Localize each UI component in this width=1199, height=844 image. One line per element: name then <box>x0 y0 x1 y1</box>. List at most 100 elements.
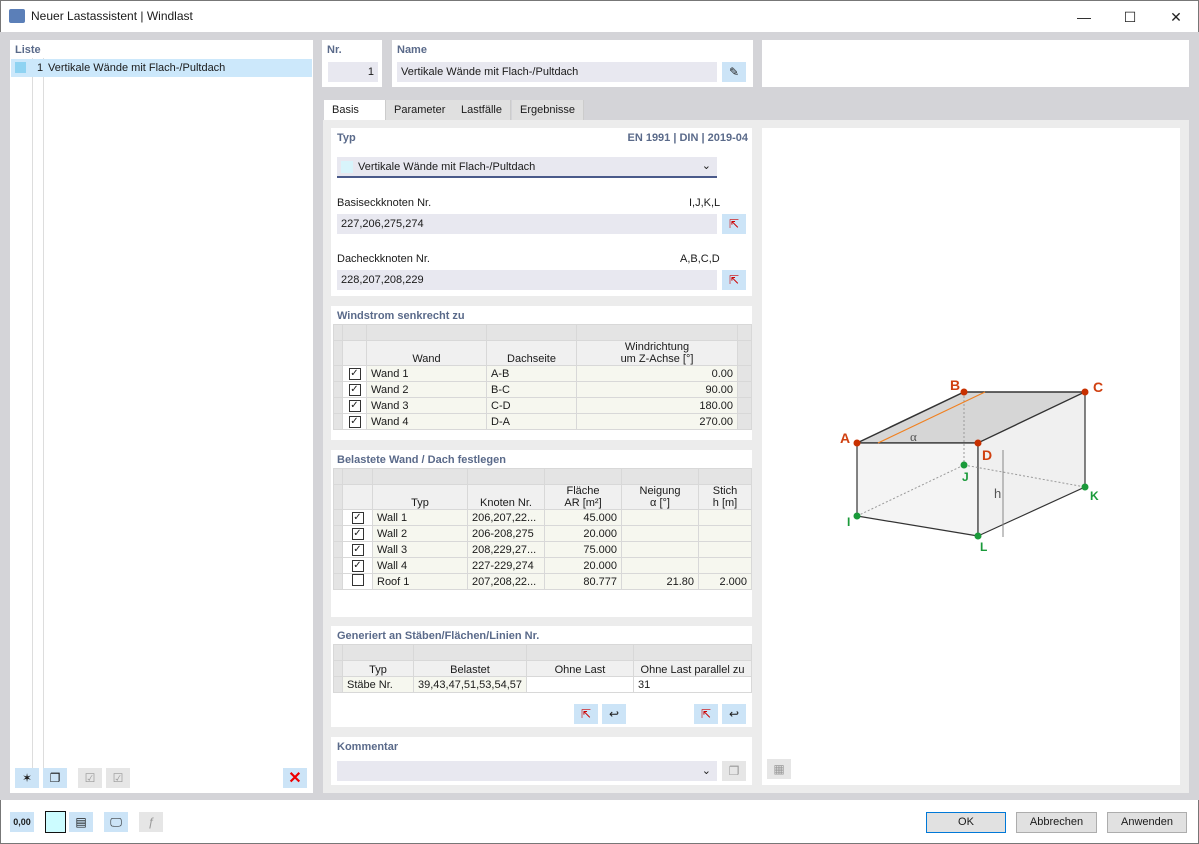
cell-ohne-last[interactable] <box>525 676 634 693</box>
cell-neigung: 21.80 <box>621 573 699 590</box>
edit-name-button[interactable]: ✎ <box>722 62 746 82</box>
norm-label: EN 1991 | DIN | 2019-04 <box>627 132 748 144</box>
cell-wand: Wand 4 <box>366 413 487 430</box>
name-field[interactable]: Vertikale Wände mit Flach-/Pultdach <box>397 62 717 82</box>
roof-nodes-field[interactable]: 228,207,208,229 <box>337 270 717 290</box>
display-properties-button[interactable]: ▤ <box>69 812 93 832</box>
row-checkbox[interactable]: ✓ <box>351 512 364 524</box>
belastet-header: Belastete Wand / Dach festlegen <box>337 454 506 466</box>
tab-basis[interactable]: Basis <box>324 100 386 121</box>
front-wall <box>856 442 979 537</box>
cell-typ: Roof 1 <box>372 573 468 590</box>
belastet-table: Typ Knoten Nr. Fläche AR [m²] Neigung α [°] St… <box>333 468 752 590</box>
pick-base-nodes-button[interactable]: ⇱ <box>722 214 746 234</box>
row-checkbox[interactable]: ✓ <box>348 368 361 380</box>
node-label-j: J <box>962 470 969 484</box>
diagram-options-button[interactable]: ▦ <box>767 759 791 779</box>
row-checkbox[interactable]: ✓ <box>351 544 364 556</box>
cell-neigung <box>621 509 699 526</box>
cell-knoten: 206-208,275 <box>467 525 545 542</box>
generiert-header: Generiert an Stäben/Flächen/Linien Nr. <box>337 630 540 642</box>
units-button[interactable]: 0,00 <box>10 812 34 832</box>
list-header: Liste <box>15 44 41 56</box>
cell-dachseite: C-D <box>486 397 577 414</box>
col-typ: Typ <box>342 660 414 677</box>
ok-button[interactable]: OK <box>926 812 1006 833</box>
color-swatch <box>15 62 26 73</box>
cell-stich <box>698 557 752 574</box>
color-button[interactable] <box>45 811 66 833</box>
toggle-check-button[interactable]: ☑ <box>106 768 130 788</box>
col-ohne-last: Ohne Last <box>525 660 634 677</box>
cell-windrichtung[interactable]: 90.00 <box>576 381 738 398</box>
cell-neigung <box>621 557 699 574</box>
cell-neigung <box>621 525 699 542</box>
copy-item-button[interactable]: ❐ <box>43 768 67 788</box>
list-item[interactable]: 1 Vertikale Wände mit Flach-/Pultdach <box>11 59 312 77</box>
base-nodes-field[interactable]: 227,206,275,274 <box>337 214 717 234</box>
formula-button[interactable]: ƒ <box>139 812 163 832</box>
undo-members-button[interactable]: ↩ <box>602 704 626 724</box>
pick-roof-nodes-button[interactable]: ⇱ <box>722 270 746 290</box>
apply-button[interactable]: Anwenden <box>1107 812 1187 833</box>
nr-panel: Nr. 1 <box>322 40 382 87</box>
maximize-button[interactable]: ☐ <box>1115 5 1145 29</box>
tab-parameter[interactable]: Parameter <box>386 100 455 121</box>
pick-members-button[interactable]: ⇱ <box>574 704 598 724</box>
node-label-i: I <box>847 515 850 529</box>
cell-flaeche: 20.000 <box>544 557 622 574</box>
comment-library-button[interactable]: ❐ <box>722 761 746 781</box>
table-row: Roof 1 207,208,22... 80.777 21.80 2.000 <box>333 573 752 590</box>
row-checkbox[interactable]: ✓ <box>351 560 364 572</box>
cancel-button[interactable]: Abbrechen <box>1016 812 1097 833</box>
cell-typ: Wall 4 <box>372 557 468 574</box>
check-all-button[interactable]: ☑ <box>78 768 102 788</box>
delete-button[interactable]: ✕ <box>283 768 307 788</box>
cell-wand: Wand 2 <box>366 381 487 398</box>
undo-parallel-button[interactable]: ↩ <box>722 704 746 724</box>
cell-dachseite: B-C <box>486 381 577 398</box>
roof-nodes-hint: A,B,C,D <box>680 253 720 265</box>
chevron-down-icon: ⌄ <box>701 160 711 172</box>
belastet-section: Belastete Wand / Dach festlegen Typ Knote… <box>331 450 752 617</box>
generiert-table: Typ Belastet Ohne Last Ohne Last parallel z… <box>333 644 753 693</box>
cell-belastet[interactable]: 39,43,47,51,53,54,57 <box>413 676 527 693</box>
kommentar-field[interactable]: ⌄ <box>337 761 717 781</box>
cell-stich <box>698 525 752 542</box>
title-bar: Neuer Lastassistent | Windlast — ☐ ✕ <box>0 0 1199 32</box>
cell-windrichtung[interactable]: 0.00 <box>576 365 738 382</box>
name-label: Name <box>397 44 427 56</box>
cell-parallel[interactable]: 31 <box>632 676 753 693</box>
item-label: Vertikale Wände mit Flach-/Pultdach <box>48 62 226 74</box>
angle-label: α <box>910 429 917 444</box>
row-checkbox[interactable]: ✓ <box>348 400 361 412</box>
row-checkbox[interactable]: ✓ <box>351 528 364 540</box>
col-windrichtung: Windrichtung um Z-Achse [°] <box>576 340 738 366</box>
cell-knoten: 208,229,27... <box>467 541 545 558</box>
col-neigung: Neigung α [°] <box>621 484 699 510</box>
pick-parallel-button[interactable]: ⇱ <box>694 704 718 724</box>
cell-knoten: 206,207,22... <box>467 509 545 526</box>
cell-typ: Wall 2 <box>372 525 468 542</box>
close-button[interactable]: ✕ <box>1161 5 1191 29</box>
typ-section: Typ EN 1991 | DIN | 2019-04 Vertikale Wä… <box>331 128 752 296</box>
cell-flaeche: 80.777 <box>544 573 622 590</box>
row-checkbox[interactable]: ✓ <box>348 384 361 396</box>
app-icon <box>9 9 25 23</box>
view-button[interactable]: 🖵 <box>104 812 128 832</box>
table-row: ✓ Wand 1 A-B 0.00 <box>333 365 752 382</box>
cell-neigung <box>621 541 699 558</box>
cell-flaeche: 75.000 <box>544 541 622 558</box>
cell-flaeche: 45.000 <box>544 509 622 526</box>
tab-ergebnisse[interactable]: Ergebnisse <box>512 100 585 121</box>
roof-nodes-label: Dacheckknoten Nr. <box>337 253 430 265</box>
cell-windrichtung[interactable]: 270.00 <box>576 413 738 430</box>
cell-windrichtung[interactable]: 180.00 <box>576 397 738 414</box>
tab-lastfaelle[interactable]: Lastfälle <box>453 100 511 121</box>
nr-field[interactable]: 1 <box>328 62 378 82</box>
new-item-button[interactable]: ✶ <box>15 768 39 788</box>
row-checkbox[interactable]: ✓ <box>348 416 361 428</box>
typ-dropdown[interactable]: Vertikale Wände mit Flach-/Pultdach ⌄ <box>337 157 717 178</box>
row-checkbox[interactable] <box>351 574 364 586</box>
minimize-button[interactable]: — <box>1069 5 1099 29</box>
